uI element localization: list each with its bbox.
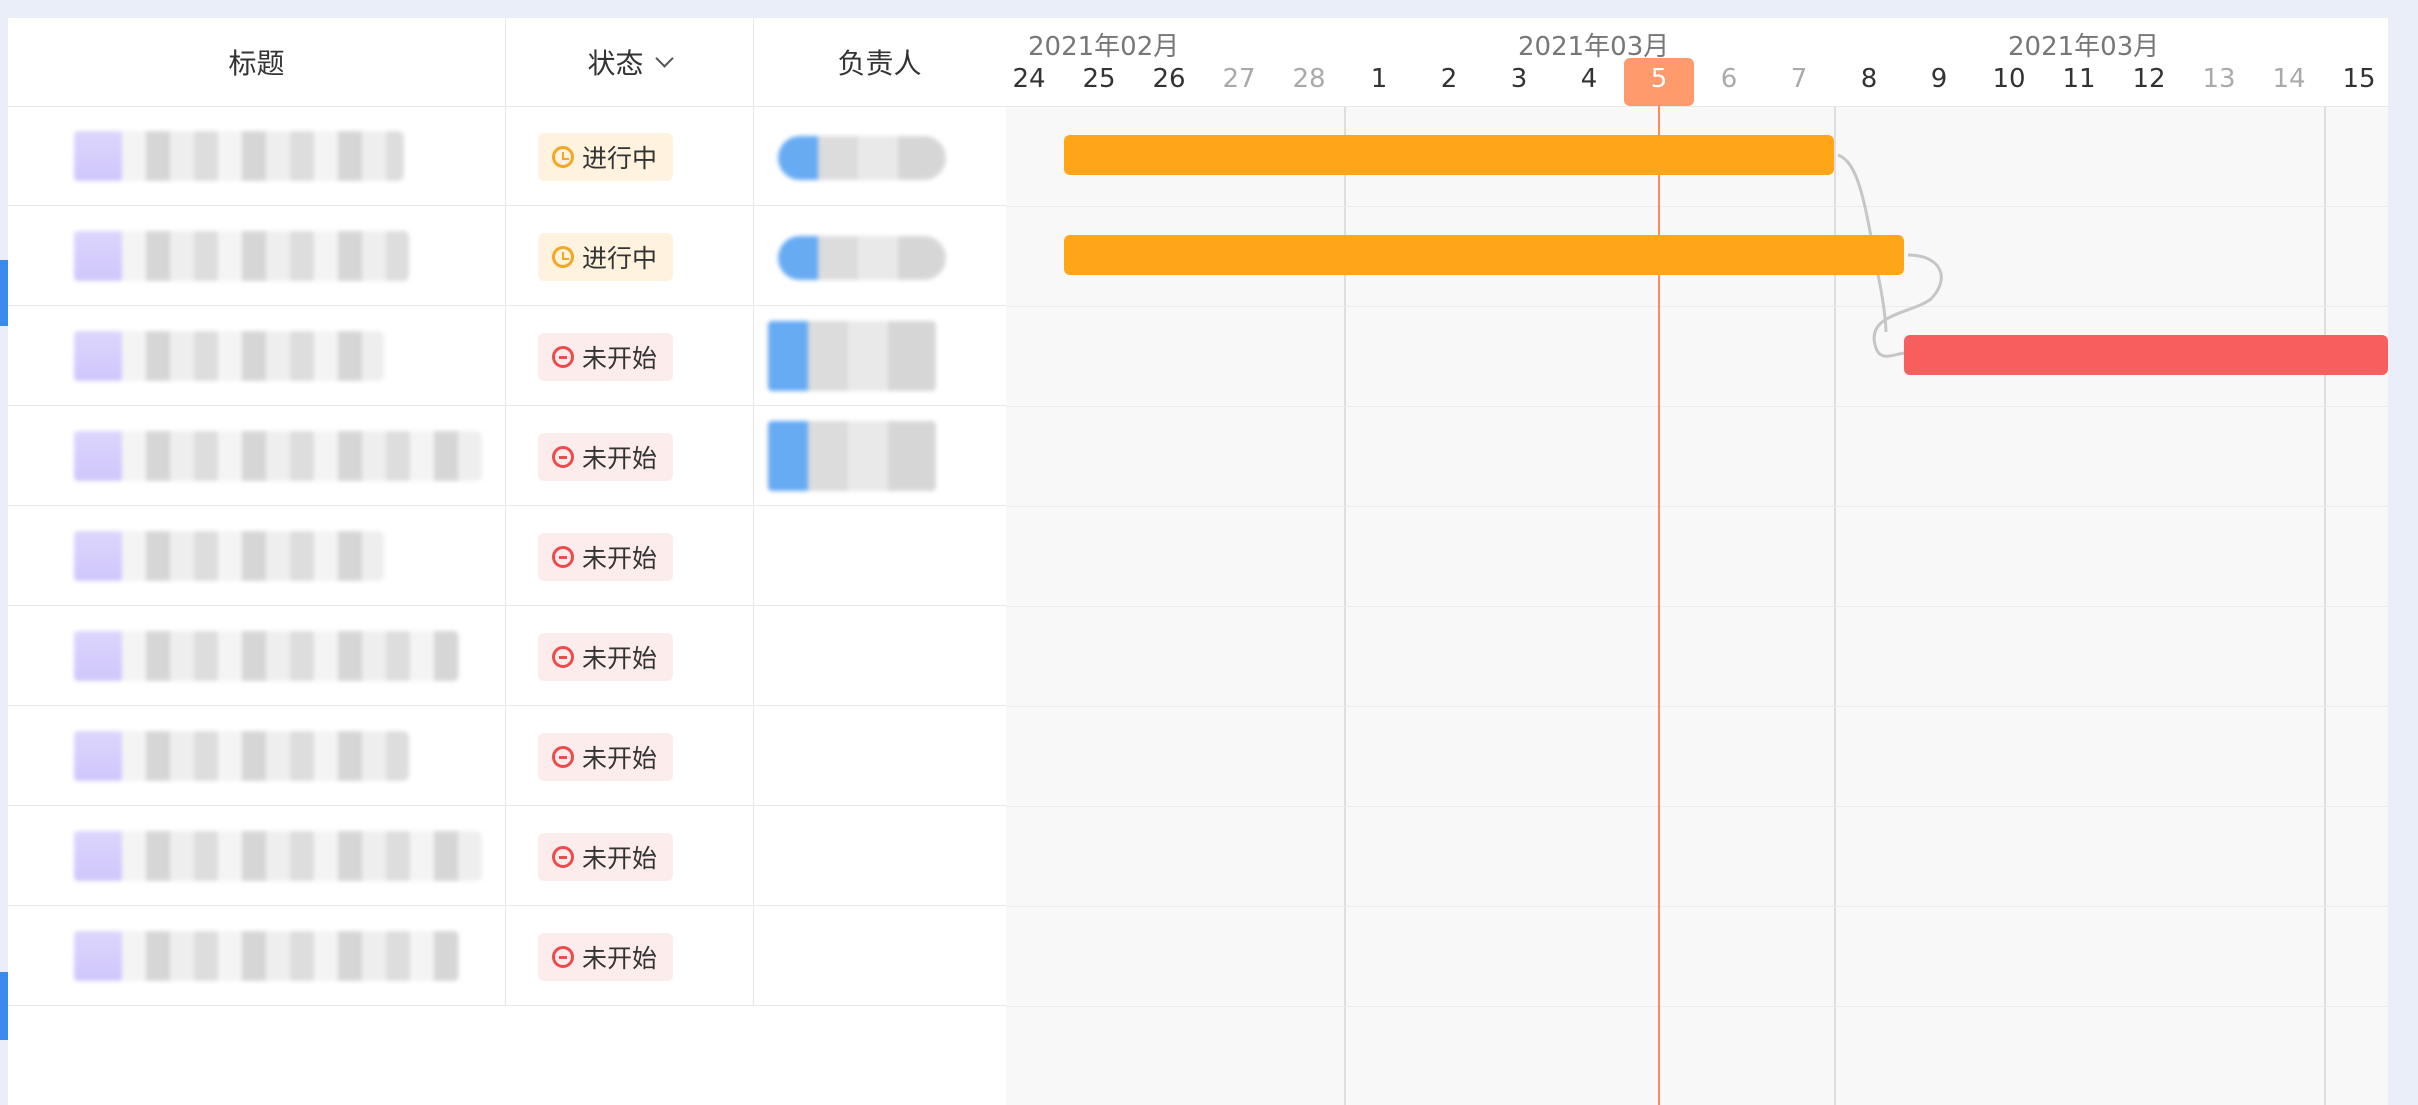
task-title-redacted[interactable] (74, 931, 459, 981)
column-header-owner-label: 负责人 (837, 47, 922, 80)
column-header-title[interactable]: 标题 (8, 18, 505, 106)
gantt-chart: 2021年02月 2021年03月 2021年03月 24 25 26 27 28 1 2 3 4 5 6… (1006, 18, 2388, 1105)
table-row[interactable]: 未开始 (8, 906, 1006, 1006)
task-title-redacted[interactable] (74, 231, 409, 281)
status-label: 未开始 (582, 844, 658, 873)
table-row[interactable]: 未开始 (8, 806, 1006, 906)
table-row[interactable]: 未开始 (8, 306, 1006, 406)
table-row[interactable]: 进行中 (8, 106, 1006, 206)
task-title-redacted[interactable] (74, 131, 404, 181)
table-header: 标题 状态 负责人 (8, 18, 1006, 107)
minus-circle-icon (552, 346, 574, 368)
task-bar[interactable] (1064, 235, 1904, 275)
minus-circle-icon (552, 546, 574, 568)
owner-avatar-redacted[interactable] (768, 321, 936, 391)
table-row[interactable]: 进行中 (8, 206, 1006, 306)
status-label: 未开始 (582, 344, 658, 373)
task-bar[interactable] (1064, 135, 1834, 175)
status-badge[interactable]: 未开始 (538, 333, 674, 381)
status-badge[interactable]: 进行中 (538, 133, 674, 181)
status-badge[interactable]: 未开始 (538, 733, 674, 781)
task-title-redacted[interactable] (74, 831, 482, 881)
column-header-owner[interactable]: 负责人 (753, 18, 1006, 106)
clock-icon (552, 246, 574, 268)
owner-avatar-redacted[interactable] (768, 421, 936, 491)
table-row[interactable]: 未开始 (8, 606, 1006, 706)
status-badge[interactable]: 未开始 (538, 933, 674, 981)
status-badge[interactable]: 未开始 (538, 633, 674, 681)
table-row[interactable]: 未开始 (8, 706, 1006, 806)
status-label: 未开始 (582, 544, 658, 573)
status-badge[interactable]: 未开始 (538, 433, 674, 481)
gantt-view: 标题 状态 负责人 进行中 进行中 未开始 未开始 未开始 未开始 未开始 未开始 未开始 20… (8, 18, 2388, 1105)
dependency-links (1837, 153, 1943, 358)
status-label: 未开始 (582, 444, 658, 473)
status-badge[interactable]: 未开始 (538, 833, 674, 881)
minus-circle-icon (552, 846, 574, 868)
row-selection-marker (0, 260, 8, 326)
status-label: 未开始 (582, 944, 658, 973)
status-label: 未开始 (582, 644, 658, 673)
task-bar[interactable] (1904, 335, 2388, 375)
minus-circle-icon (552, 446, 574, 468)
column-header-title-label: 标题 (228, 47, 285, 80)
chevron-down-icon[interactable] (654, 48, 674, 68)
owner-avatar-redacted[interactable] (778, 136, 946, 180)
minus-circle-icon (552, 646, 574, 668)
row-selection-marker (0, 972, 8, 1040)
status-label: 进行中 (582, 144, 658, 173)
task-title-redacted[interactable] (74, 531, 384, 581)
task-title-redacted[interactable] (74, 431, 482, 481)
minus-circle-icon (552, 946, 574, 968)
status-badge[interactable]: 未开始 (538, 533, 674, 581)
task-title-redacted[interactable] (74, 331, 384, 381)
task-table: 标题 状态 负责人 进行中 进行中 未开始 未开始 未开始 未开始 未开始 未开始 未开始 (8, 18, 1006, 1105)
owner-avatar-redacted[interactable] (778, 236, 946, 280)
status-label: 进行中 (582, 244, 658, 273)
clock-icon (552, 146, 574, 168)
task-title-redacted[interactable] (74, 631, 459, 681)
status-label: 未开始 (582, 744, 658, 773)
column-header-status-label: 状态 (587, 47, 644, 80)
minus-circle-icon (552, 746, 574, 768)
table-row[interactable]: 未开始 (8, 506, 1006, 606)
column-header-status[interactable]: 状态 (505, 18, 753, 106)
task-title-redacted[interactable] (74, 731, 409, 781)
status-badge[interactable]: 进行中 (538, 233, 674, 281)
table-row[interactable]: 未开始 (8, 406, 1006, 506)
